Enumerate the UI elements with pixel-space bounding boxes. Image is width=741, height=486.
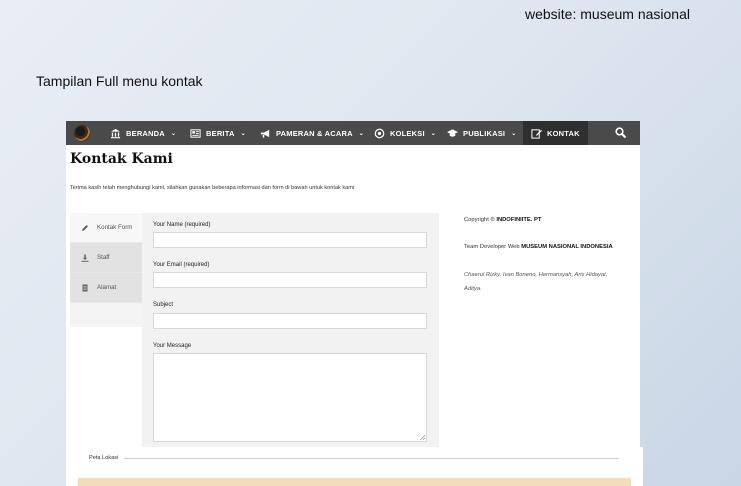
museum-logo-icon[interactable]: [74, 125, 90, 141]
nav-item-label: BERITA: [206, 128, 235, 138]
credits-text: Aditya.: [464, 286, 482, 292]
slide-site-text: website: museum nasional: [525, 6, 690, 22]
subject-field[interactable]: [153, 313, 427, 329]
nav-item-pameran-acara[interactable]: PAMERAN & ACARA ⌄: [260, 121, 364, 145]
building-icon: [110, 128, 121, 139]
tab-kontak-form[interactable]: Kontak Form: [70, 213, 142, 243]
message-textarea[interactable]: [153, 353, 427, 442]
name-label: Your Name (required): [153, 222, 211, 228]
nav-item-kontak[interactable]: KONTAK: [523, 121, 588, 145]
tab-alamat[interactable]: Alamat: [70, 273, 142, 303]
tab-label: Kontak Form: [97, 224, 133, 231]
pencil-icon: [81, 224, 89, 232]
megaphone-icon: [260, 128, 271, 139]
nav-item-label: KOLEKSI: [390, 128, 425, 138]
document-icon: [81, 284, 89, 292]
main-nav: BERANDA ⌄ BERITA ⌄ PAMERAN & ACARA ⌄ KOL…: [66, 121, 640, 145]
nav-item-publikasi[interactable]: PUBLIKASI ⌄: [447, 121, 516, 145]
name-field[interactable]: [153, 232, 427, 248]
slide-caption: Tampilan Full menu kontak: [36, 73, 203, 89]
copyright-company: INDOFINIITE. PT: [496, 217, 542, 223]
message-label: Your Message: [153, 343, 192, 349]
team-prefix: Team Developer Web: [464, 244, 520, 250]
team-org: MUSEUM NASIONAL INDONESIA: [521, 244, 613, 250]
edit-icon: [531, 128, 542, 139]
tab-label: Staff: [97, 254, 110, 261]
tab-staff[interactable]: Staff: [70, 243, 142, 273]
chevron-down-icon: ⌄: [358, 130, 364, 137]
subject-label: Subject: [153, 302, 174, 308]
email-field[interactable]: [153, 272, 427, 288]
credits-line-1: Chaerul Rizky, Ivan Boneno, Hermansyah, …: [464, 272, 607, 278]
intro-text: Terima kasih telah menghubungi kami, sil…: [70, 185, 355, 191]
website-screenshot: BERANDA ⌄ BERITA ⌄ PAMERAN & ACARA ⌄ KOL…: [66, 121, 640, 486]
email-label: Your Email (required): [153, 262, 210, 268]
nav-item-koleksi[interactable]: KOLEKSI ⌄: [374, 121, 436, 145]
copyright-text: Copyright ® INDOFINIITE. PT: [464, 217, 541, 223]
nav-item-label: PAMERAN & ACARA: [276, 128, 353, 138]
nav-item-berita[interactable]: BERITA ⌄: [190, 121, 246, 145]
credits-text: Chaerul Rizky, Ivan Boneno, Hermansyah, …: [464, 272, 608, 278]
copyright-prefix: Copyright ®: [464, 217, 495, 223]
download-icon: [81, 254, 89, 262]
contact-form: Your Name (required) Your Email (require…: [142, 213, 439, 447]
map-label: Peta Lokasi: [89, 455, 119, 461]
graduation-cap-icon: [447, 128, 458, 139]
map-embed[interactable]: [78, 478, 631, 486]
circle-target-icon: [374, 128, 385, 139]
chevron-down-icon: ⌄: [430, 130, 436, 137]
nav-item-label: BERANDA: [126, 128, 165, 138]
newspaper-icon: [190, 128, 201, 139]
team-text: Team Developer Web MUSEUM NASIONAL INDON…: [464, 244, 613, 250]
nav-item-label: PUBLIKASI: [463, 128, 506, 138]
chevron-down-icon: ⌄: [240, 130, 246, 137]
chevron-down-icon: ⌄: [511, 130, 517, 137]
nav-item-label: KONTAK: [547, 128, 580, 138]
resize-handle-icon[interactable]: [420, 435, 425, 440]
credits-line-2: Aditya.: [464, 286, 482, 292]
map-divider: [124, 458, 619, 459]
page-title: Kontak Kami: [70, 151, 173, 167]
tab-label: Alamat: [97, 284, 117, 291]
nav-item-beranda[interactable]: BERANDA ⌄: [110, 121, 176, 145]
map-section: Peta Lokasi: [66, 447, 643, 486]
search-icon[interactable]: [614, 126, 628, 140]
chevron-down-icon: ⌄: [170, 130, 177, 137]
contact-tabs: Kontak Form Staff Alamat: [70, 213, 142, 327]
